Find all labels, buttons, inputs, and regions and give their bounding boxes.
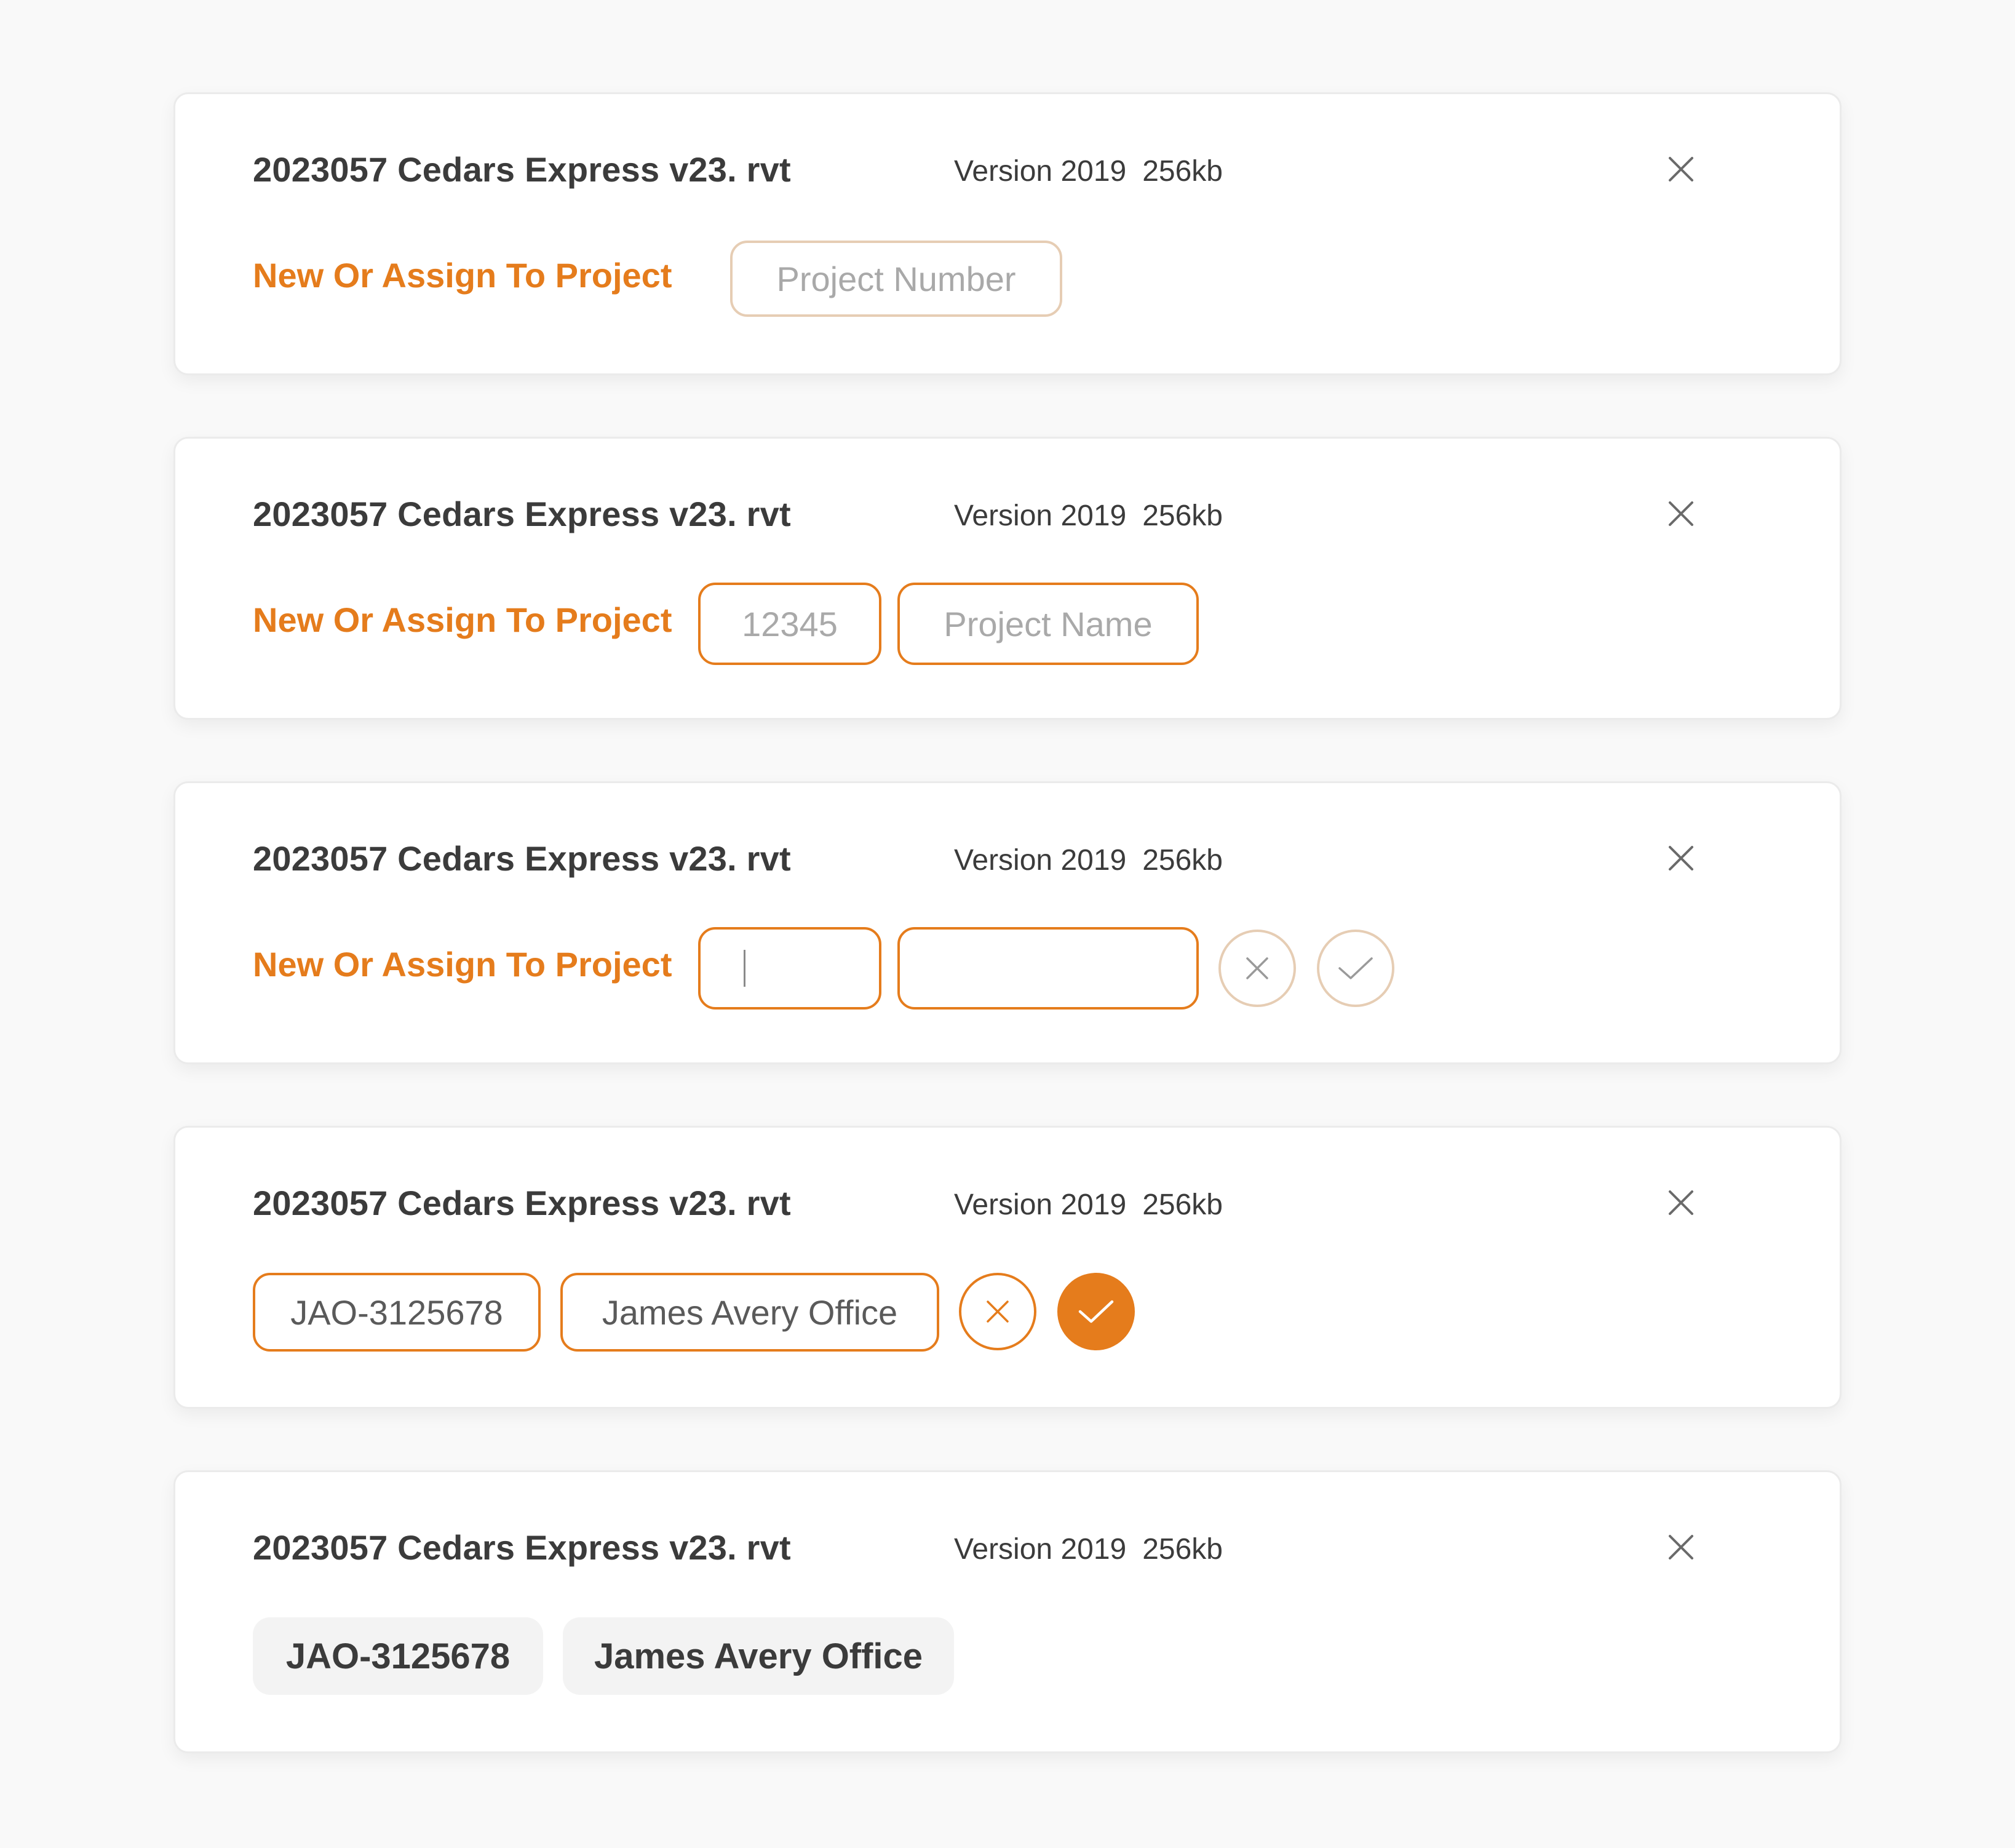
- project-number-chip[interactable]: JAO-3125678: [253, 1617, 543, 1695]
- assign-project-link[interactable]: New Or Assign To Project: [253, 944, 672, 984]
- project-number-input[interactable]: JAO-3125678: [253, 1273, 541, 1352]
- confirm-button[interactable]: [1057, 1273, 1135, 1350]
- remove-file-button[interactable]: [1663, 1529, 1699, 1566]
- project-name-input[interactable]: [897, 927, 1199, 1010]
- file-size: 256kb: [1142, 500, 1223, 532]
- assign-project-link[interactable]: New Or Assign To Project: [253, 600, 672, 640]
- project-name-chip[interactable]: James Avery Office: [563, 1617, 954, 1695]
- remove-file-button[interactable]: [1663, 1184, 1699, 1221]
- cancel-button[interactable]: [1218, 930, 1296, 1007]
- close-icon: [1669, 157, 1693, 181]
- file-size: 256kb: [1142, 1189, 1223, 1221]
- remove-file-button[interactable]: [1663, 151, 1699, 188]
- file-size: 256kb: [1142, 1533, 1223, 1566]
- file-name: 2023057 Cedars Express v23. rvt: [253, 150, 791, 189]
- file-name: 2023057 Cedars Express v23. rvt: [253, 839, 791, 878]
- check-icon: [1338, 957, 1373, 979]
- project-name-input[interactable]: Project Name: [897, 583, 1199, 665]
- file-meta: Version 2019 256kb: [954, 1188, 1223, 1222]
- cancel-button[interactable]: [959, 1273, 1036, 1350]
- file-card-5: 2023057 Cedars Express v23. rvt Version …: [173, 1470, 1842, 1753]
- project-number-input[interactable]: [698, 927, 881, 1010]
- file-version: Version 2019: [954, 1189, 1127, 1221]
- file-meta: Version 2019 256kb: [954, 154, 1223, 188]
- check-icon: [1078, 1300, 1114, 1323]
- close-icon: [1669, 1535, 1693, 1559]
- assign-project-link[interactable]: New Or Assign To Project: [253, 255, 672, 295]
- remove-file-button[interactable]: [1663, 495, 1699, 532]
- close-icon: [1669, 501, 1693, 526]
- file-card-4: 2023057 Cedars Express v23. rvt Version …: [173, 1126, 1842, 1409]
- project-number-input[interactable]: 12345: [698, 583, 881, 665]
- close-icon: [1669, 846, 1693, 870]
- text-caret: [744, 950, 745, 987]
- file-version: Version 2019: [954, 1533, 1127, 1566]
- file-meta: Version 2019 256kb: [954, 1532, 1223, 1566]
- project-number-input[interactable]: Project Number: [730, 241, 1062, 317]
- file-name: 2023057 Cedars Express v23. rvt: [253, 495, 791, 533]
- file-meta: Version 2019 256kb: [954, 499, 1223, 533]
- remove-file-button[interactable]: [1663, 840, 1699, 877]
- file-card-2: 2023057 Cedars Express v23. rvt Version …: [173, 437, 1842, 720]
- file-card-1: 2023057 Cedars Express v23. rvt Version …: [173, 92, 1842, 375]
- file-size: 256kb: [1142, 155, 1223, 188]
- file-card-3: 2023057 Cedars Express v23. rvt Version …: [173, 781, 1842, 1064]
- file-size: 256kb: [1142, 844, 1223, 877]
- close-icon: [1246, 957, 1268, 979]
- file-name: 2023057 Cedars Express v23. rvt: [253, 1528, 791, 1567]
- project-name-input[interactable]: James Avery Office: [560, 1273, 939, 1352]
- file-meta: Version 2019 256kb: [954, 843, 1223, 877]
- file-name: 2023057 Cedars Express v23. rvt: [253, 1184, 791, 1222]
- file-version: Version 2019: [954, 155, 1127, 188]
- file-version: Version 2019: [954, 844, 1127, 877]
- close-icon: [1669, 1190, 1693, 1215]
- close-icon: [987, 1300, 1009, 1323]
- file-version: Version 2019: [954, 500, 1127, 532]
- confirm-button[interactable]: [1317, 930, 1394, 1007]
